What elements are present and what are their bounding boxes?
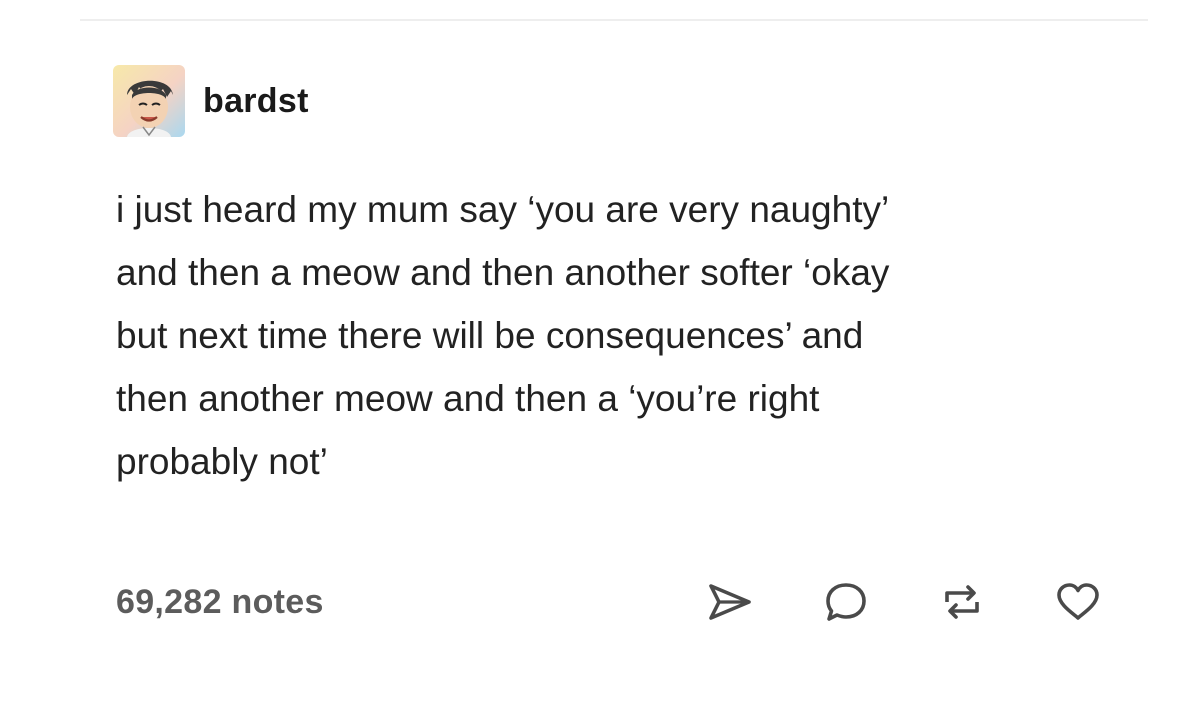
post-body: i just heard my mum say ‘you are very na…: [116, 178, 1116, 493]
post-header: bardst: [113, 65, 309, 137]
avatar-illustration-icon: [113, 65, 185, 137]
post-footer: 69,282 notes: [116, 575, 1106, 629]
username[interactable]: bardst: [203, 82, 309, 121]
reblog-icon: [945, 585, 979, 619]
notes-count[interactable]: 69,282 notes: [116, 583, 324, 622]
body-line: probably not’: [116, 441, 328, 482]
body-line: and then a meow and then another softer …: [116, 252, 890, 293]
body-line: i just heard my mum say ‘you are very na…: [116, 189, 890, 230]
body-line: but next time there will be consequences…: [116, 315, 864, 356]
body-line: then another meow and then a ‘you’re rig…: [116, 378, 820, 419]
top-divider: [80, 19, 1148, 21]
reply-button[interactable]: [818, 575, 874, 629]
post-actions: [702, 575, 1106, 629]
share-icon: [709, 584, 751, 620]
like-button[interactable]: [1050, 575, 1106, 629]
reply-icon: [826, 583, 866, 621]
reblog-button[interactable]: [934, 575, 990, 629]
avatar[interactable]: [113, 65, 185, 137]
heart-icon: [1057, 583, 1099, 620]
share-button[interactable]: [702, 575, 758, 629]
